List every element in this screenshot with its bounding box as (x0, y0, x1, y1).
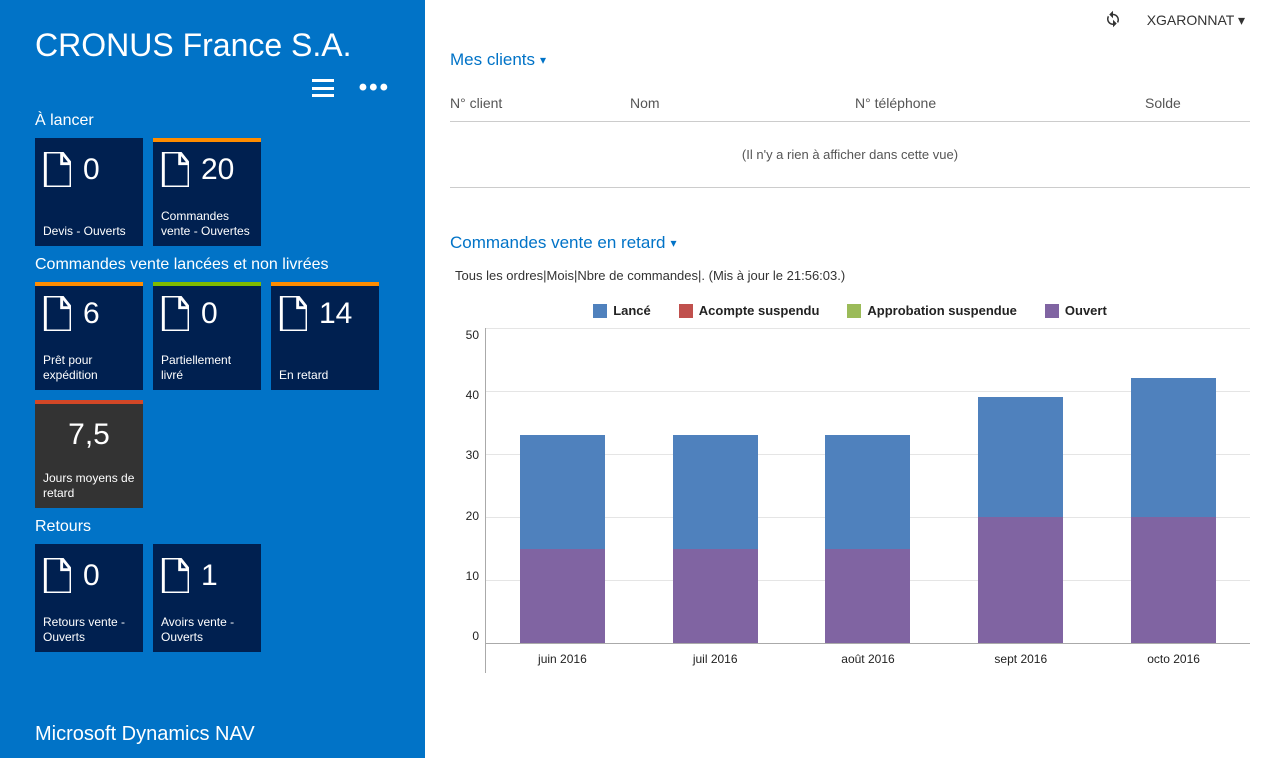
col-solde[interactable]: Solde (1145, 95, 1250, 111)
sidebar: CRONUS France S.A. ••• À lancer 0 Devis … (0, 0, 425, 758)
tile-label: Jours moyens de retard (43, 471, 135, 500)
x-tick: juil 2016 (673, 652, 758, 666)
more-icon[interactable]: ••• (359, 74, 390, 102)
chevron-down-icon: ▾ (540, 53, 546, 67)
tile-en-retard[interactable]: 14 En retard (271, 282, 379, 390)
x-tick: août 2016 (825, 652, 910, 666)
chart: 50403020100 juin 2016 juil 2016 août 2016 s… (450, 328, 1250, 673)
chevron-down-icon: ▾ (670, 236, 676, 250)
document-icon (161, 558, 189, 594)
menu-icon[interactable] (312, 79, 334, 97)
tile-label: Devis - Ouverts (43, 224, 135, 238)
document-icon (279, 296, 307, 332)
tile-label: Retours vente - Ouverts (43, 615, 135, 644)
section-title-to-launch: À lancer (35, 112, 395, 130)
section-link-commandes-retard[interactable]: Commandes vente en retard ▾ (450, 233, 676, 253)
bar-group[interactable] (1131, 378, 1216, 643)
tile-value: 14 (319, 297, 352, 331)
bar-group[interactable] (978, 397, 1063, 643)
x-tick: juin 2016 (520, 652, 605, 666)
plot-area: juin 2016 juil 2016 août 2016 sept 2016 octo… (485, 328, 1250, 673)
tile-devis-ouverts[interactable]: 0 Devis - Ouverts (35, 138, 143, 246)
bar-group[interactable] (825, 435, 910, 643)
x-axis: juin 2016 juil 2016 août 2016 sept 2016 octo… (486, 643, 1250, 673)
user-menu[interactable]: XGARONNAT ▾ (1147, 12, 1245, 29)
tile-value: 0 (201, 297, 218, 331)
tile-label: Partiellement livré (161, 353, 253, 382)
tile-value: 7,5 (43, 418, 135, 452)
main-content: XGARONNAT ▾ Mes clients ▾ N° client Nom … (425, 0, 1275, 758)
section-title-returns: Retours (35, 518, 395, 536)
legend-item-approb[interactable]: Approbation suspendue (847, 303, 1017, 318)
col-nom[interactable]: Nom (630, 95, 855, 111)
tile-label: En retard (279, 368, 371, 382)
section-link-mes-clients[interactable]: Mes clients ▾ (450, 50, 546, 70)
user-name: XGARONNAT (1147, 12, 1234, 28)
legend-item-lance[interactable]: Lancé (593, 303, 651, 318)
tile-label: Avoirs vente - Ouverts (161, 615, 253, 644)
document-icon (43, 152, 71, 188)
clients-table-header: N° client Nom N° téléphone Solde (450, 70, 1250, 122)
clients-empty-message: (Il n'y a rien à afficher dans cette vue… (450, 122, 1250, 188)
tile-label: Prêt pour expédition (43, 353, 135, 382)
col-tel[interactable]: N° téléphone (855, 95, 1145, 111)
document-icon (161, 152, 189, 188)
bars (486, 328, 1250, 643)
tile-jours-moyens-retard[interactable]: 7,5 Jours moyens de retard (35, 400, 143, 508)
bar-group[interactable] (520, 435, 605, 643)
tile-partiellement-livre[interactable]: 0 Partiellement livré (153, 282, 261, 390)
chevron-down-icon: ▾ (1238, 12, 1245, 28)
tile-label: Commandes vente - Ouvertes (161, 209, 253, 238)
tile-value: 0 (83, 559, 100, 593)
tile-commandes-ouvertes[interactable]: 20 Commandes vente - Ouvertes (153, 138, 261, 246)
legend-item-ouvert[interactable]: Ouvert (1045, 303, 1107, 318)
document-icon (43, 558, 71, 594)
orders-caption: Tous les ordres|Mois|Nbre de commandes|.… (455, 268, 1250, 283)
x-tick: sept 2016 (978, 652, 1063, 666)
tile-value: 1 (201, 559, 218, 593)
section-link-label: Mes clients (450, 50, 535, 70)
tile-avoirs-ouverts[interactable]: 1 Avoirs vente - Ouverts (153, 544, 261, 652)
bar-group[interactable] (673, 435, 758, 643)
section-link-label: Commandes vente en retard (450, 233, 665, 253)
product-brand: Microsoft Dynamics NAV (35, 723, 255, 746)
refresh-icon[interactable] (1104, 10, 1122, 31)
tile-value: 0 (83, 153, 100, 187)
legend-item-acompte[interactable]: Acompte suspendu (679, 303, 820, 318)
tile-value: 20 (201, 153, 234, 187)
chart-legend: Lancé Acompte suspendu Approbation suspe… (450, 303, 1250, 318)
col-nclient[interactable]: N° client (450, 95, 630, 111)
document-icon (161, 296, 189, 332)
company-name: CRONUS France S.A. (35, 27, 395, 64)
tile-retours-ouverts[interactable]: 0 Retours vente - Ouverts (35, 544, 143, 652)
tile-value: 6 (83, 297, 100, 331)
y-axis: 50403020100 (450, 328, 485, 643)
tile-pret-expedition[interactable]: 6 Prêt pour expédition (35, 282, 143, 390)
x-tick: octo 2016 (1131, 652, 1216, 666)
section-title-launched: Commandes vente lancées et non livrées (35, 256, 395, 274)
document-icon (43, 296, 71, 332)
